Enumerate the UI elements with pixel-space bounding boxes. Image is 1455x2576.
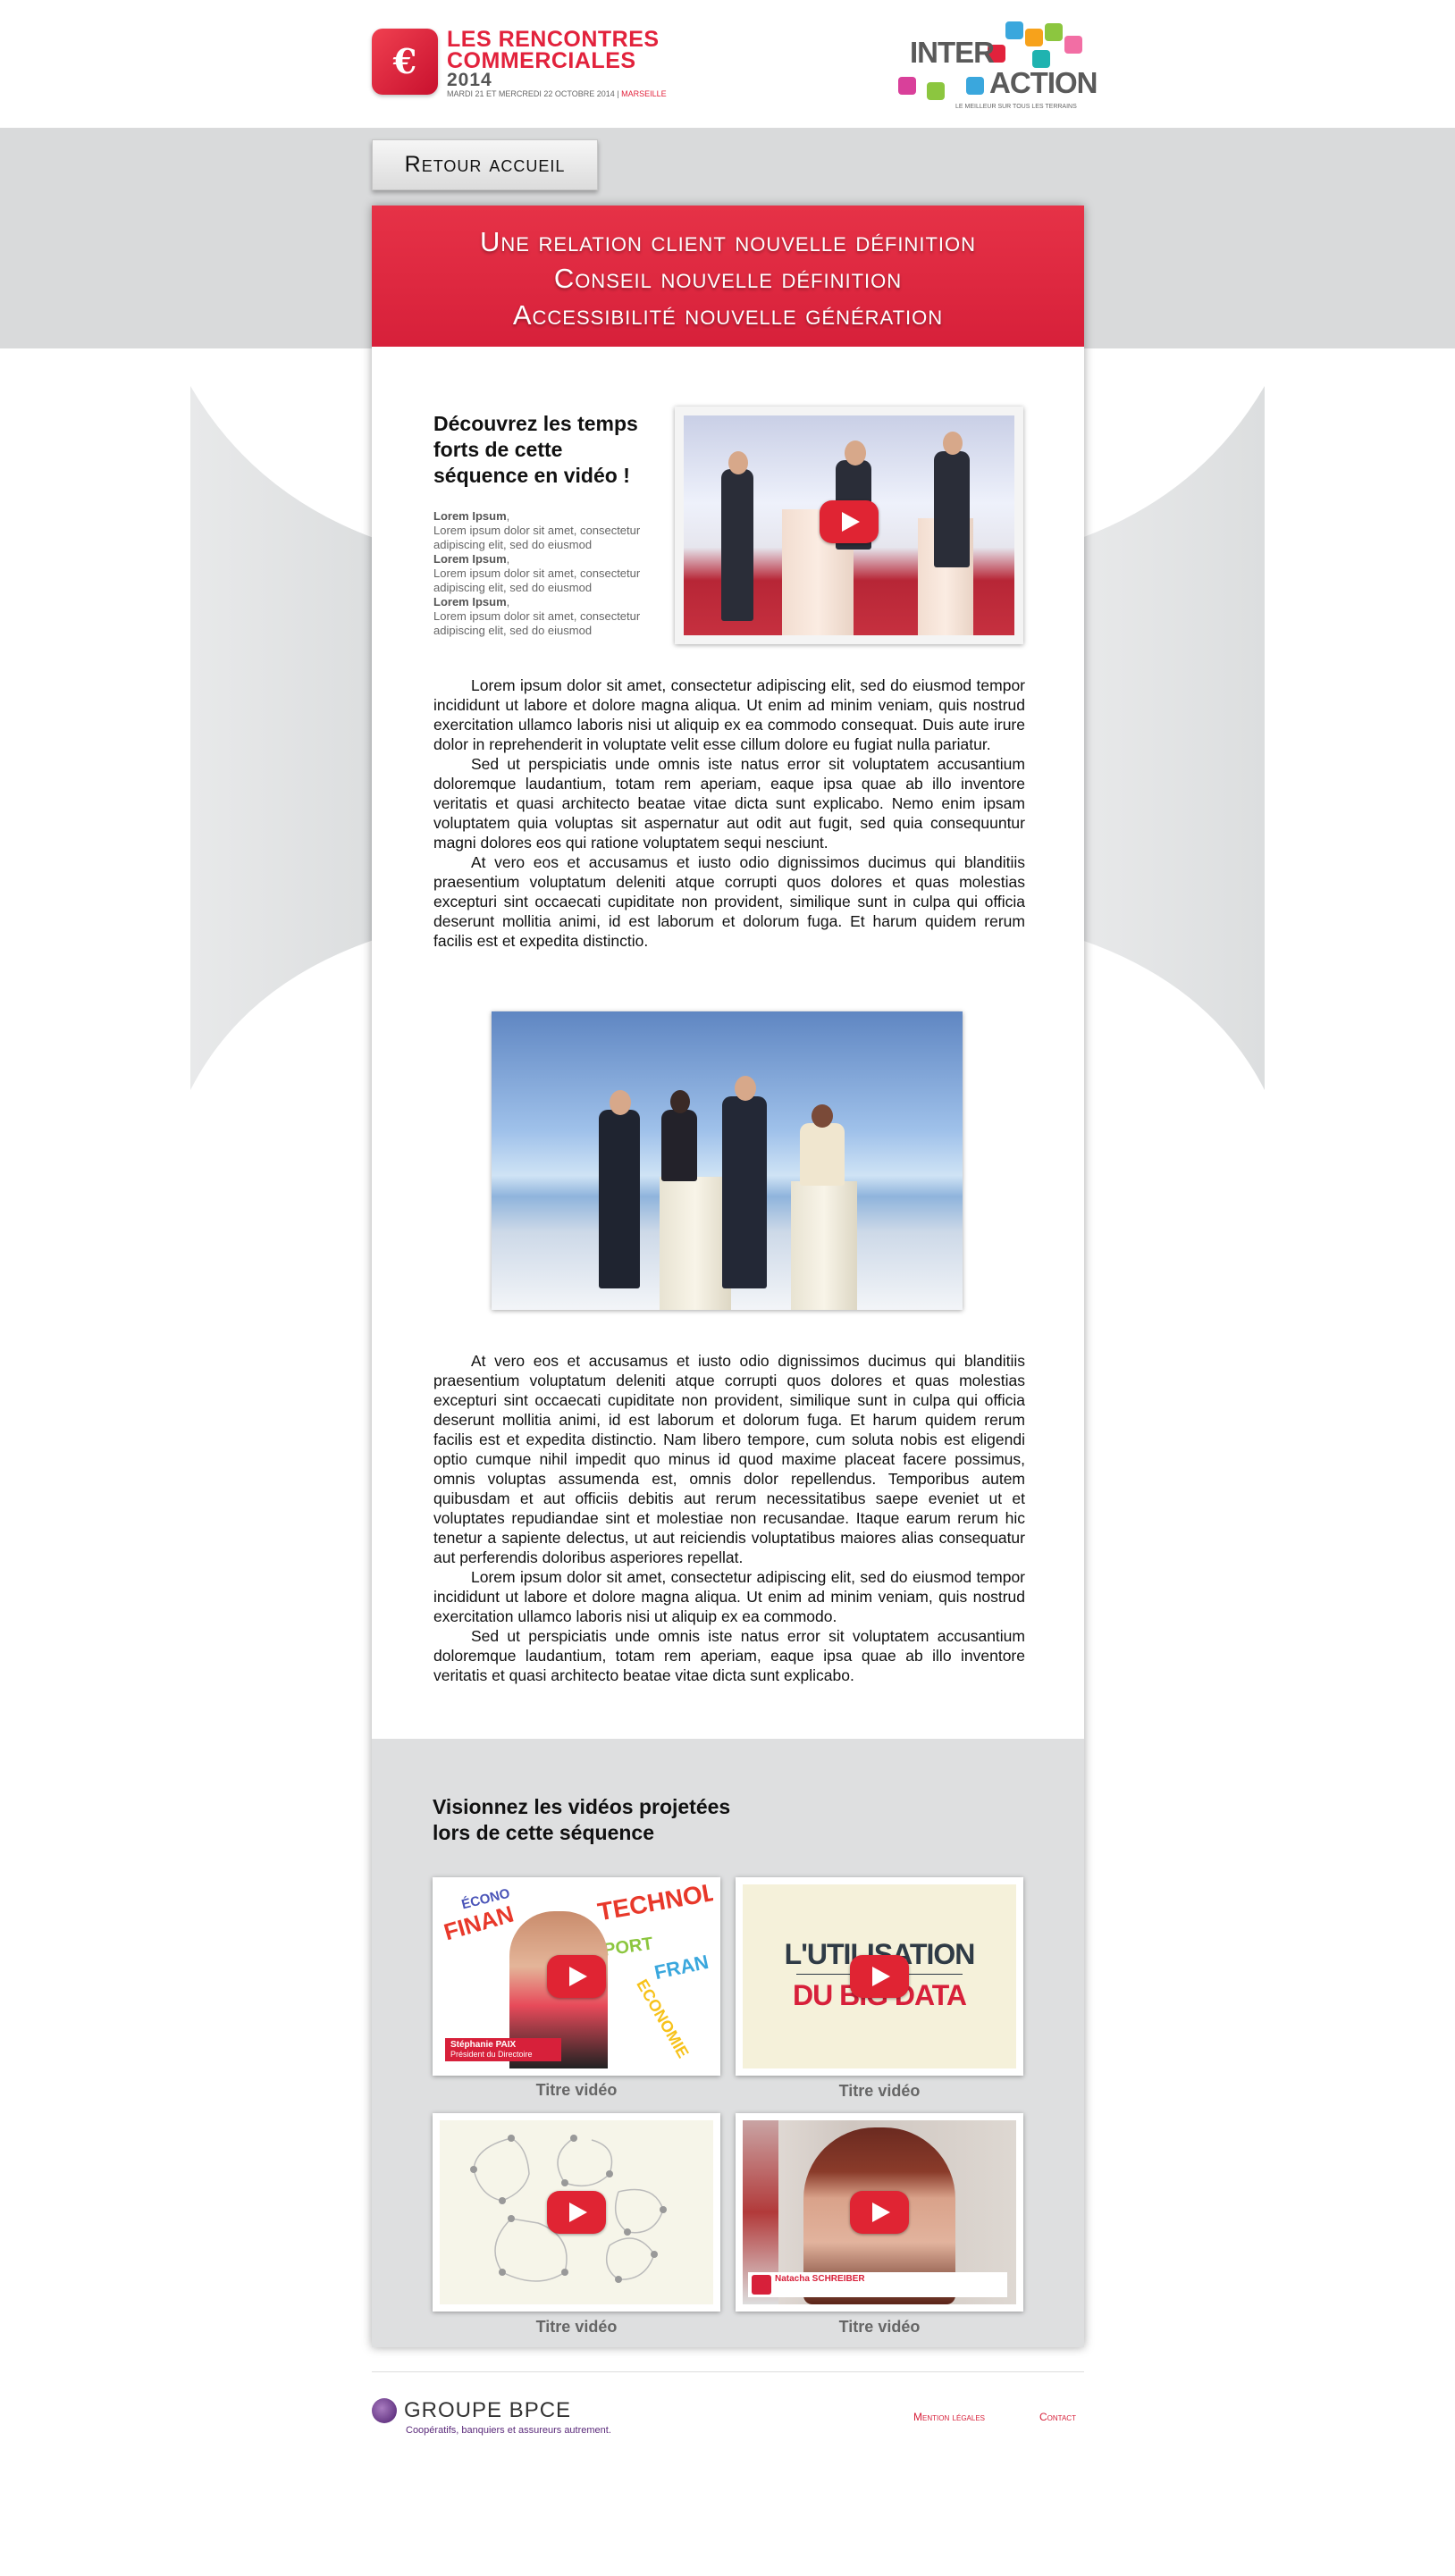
logo-tile-icon: [927, 82, 945, 100]
play-icon[interactable]: [850, 1955, 909, 1998]
group-slogan: Coopératifs, banquiers et assureurs autr…: [406, 2425, 611, 2436]
intro-title: Découvrez les temps forts de cette séque…: [433, 412, 638, 487]
podium: [791, 1181, 857, 1310]
paragraph: At vero eos et accusamus et iusto odio d…: [433, 853, 1025, 950]
speaker-head: [610, 1090, 631, 1115]
decorative-ribbon-right: [1081, 386, 1265, 1090]
paragraph: At vero eos et accusamus et iusto odio d…: [433, 1352, 1025, 1566]
banner-line2: Conseil nouvelle définition: [553, 263, 903, 294]
intro-list: Lorem Ipsum, Lorem ipsum dolor sit amet, …: [433, 509, 657, 638]
speaker-head: [728, 451, 748, 474]
podium: [660, 1177, 731, 1310]
video-card[interactable]: Natacha SCHREIBER: [736, 2113, 1023, 2312]
paragraph: Sed ut perspiciatis unde omnis iste natu…: [433, 1627, 1025, 1684]
speaker-head: [845, 441, 866, 466]
intro-item: Lorem Ipsum, Lorem ipsum dolor sit amet, …: [433, 509, 641, 551]
intro-item: Lorem Ipsum, Lorem ipsum dolor sit amet, …: [433, 595, 641, 637]
video-card[interactable]: ÉCONO FINAN TECHNOLO SPORT FRAN ECONOMIE…: [433, 1877, 720, 2076]
play-icon[interactable]: [547, 1955, 606, 1998]
event-logo[interactable]: € LES RENCONTRES COMMERCIALES 2014 MARDI…: [372, 27, 667, 102]
logo-tile-icon: [1064, 36, 1082, 54]
partner-tagline: LE MEILLEUR SUR TOUS LES TERRAINS: [955, 104, 1077, 110]
body-text-bottom: At vero eos et accusamus et iusto odio d…: [433, 1351, 1025, 1685]
logo-tile-icon: [1045, 23, 1063, 41]
speaker-head: [670, 1090, 690, 1113]
logo-tile-icon: [1032, 50, 1050, 68]
bpce-logo-icon: [372, 2398, 397, 2423]
logo-tile-icon: [1025, 29, 1043, 46]
speaker-figure: [721, 469, 753, 621]
bpce-logo[interactable]: GROUPE BPCE Coopératifs, banquiers et as…: [372, 2396, 640, 2441]
paragraph: Sed ut perspiciatis unde omnis iste natu…: [433, 755, 1025, 852]
decorative-ribbon-left: [190, 386, 374, 1090]
name-banner: Natacha SCHREIBER: [748, 2272, 1007, 2297]
video-caption[interactable]: Titre vidéo: [433, 2318, 720, 2337]
play-icon[interactable]: [850, 2191, 909, 2234]
name-banner: Stéphanie PAIX Président du Directoire: [445, 2038, 561, 2061]
photo-scene: [492, 1011, 963, 1310]
paragraph: Lorem ipsum dolor sit amet, consectetur …: [433, 676, 1025, 753]
paragraph: Lorem ipsum dolor sit amet, consectetur …: [433, 1568, 1025, 1625]
main-video-player[interactable]: [675, 407, 1023, 644]
partner-word1: INTER: [910, 36, 995, 69]
speaker-head: [812, 1104, 833, 1128]
speaker-head: [943, 432, 963, 455]
sequence-banner: Une relation client nouvelle définition …: [372, 206, 1084, 347]
caisse-epargne-squirrel-icon: €: [372, 29, 438, 95]
partner-word2: ACTION: [989, 66, 1098, 99]
play-icon[interactable]: [820, 500, 879, 543]
page-header: € LES RENCONTRES COMMERCIALES 2014 MARDI…: [0, 0, 1455, 128]
contact-link[interactable]: Contact: [1039, 2411, 1076, 2423]
caisse-epargne-squirrel-icon: [752, 2275, 771, 2295]
banner-line1: Une relation client nouvelle définition: [479, 226, 977, 257]
event-photo: [492, 1011, 963, 1310]
logo-tile-icon: [1005, 21, 1023, 39]
footer-divider: [372, 2371, 1084, 2372]
videos-section-title: Visionnez les vidéos projetées lors de c…: [433, 1795, 731, 1844]
event-dates: MARDI 21 ET MERCREDI 22 OCTOBRE 2014 | M…: [447, 89, 667, 98]
back-home-button[interactable]: Retour accueil: [372, 139, 598, 190]
intro-item: Lorem Ipsum, Lorem ipsum dolor sit amet, …: [433, 552, 641, 594]
interaction-logo[interactable]: INTER ACTION LE MEILLEUR SUR TOUS LES TE…: [898, 20, 1098, 114]
video-card[interactable]: [433, 2113, 720, 2312]
logo-tile-icon: [966, 77, 984, 95]
speaker-figure: [934, 451, 970, 567]
speaker-figure: [661, 1110, 697, 1181]
group-name: GROUPE BPCE: [404, 2398, 572, 2422]
speaker-figure: [800, 1123, 845, 1186]
banner-line3: Accessibilité nouvelle génération: [512, 299, 944, 331]
event-year: 2014: [447, 70, 492, 90]
video-caption[interactable]: Titre vidéo: [433, 2081, 720, 2100]
speaker-figure: [599, 1110, 640, 1288]
legal-mentions-link[interactable]: Mention légales: [913, 2411, 985, 2423]
play-icon[interactable]: [547, 2191, 606, 2234]
speaker-figure: [722, 1096, 767, 1288]
body-text-top: Lorem ipsum dolor sit amet, consectetur …: [433, 675, 1025, 951]
speaker-head: [735, 1076, 756, 1101]
video-caption[interactable]: Titre vidéo: [736, 2318, 1023, 2337]
video-caption[interactable]: Titre vidéo: [736, 2082, 1023, 2101]
video-card[interactable]: L'UTILISATION DU BIG DATA: [736, 1877, 1023, 2076]
logo-tile-icon: [898, 77, 916, 95]
